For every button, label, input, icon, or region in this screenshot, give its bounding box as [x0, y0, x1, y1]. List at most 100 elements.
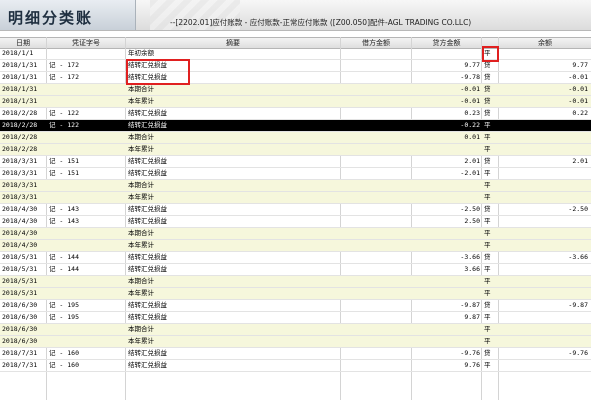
- credit-cell: [413, 336, 480, 347]
- debit-cell: [343, 168, 411, 179]
- table-row[interactable]: 2018/4/30 本年累计 平: [0, 240, 591, 252]
- balance-cell: [500, 228, 588, 239]
- direction-cell: 贷: [484, 301, 491, 309]
- date-cell: 2018/1/1: [2, 49, 34, 57]
- summary-cell: 结转汇兑损益: [128, 361, 167, 369]
- direction-cell: 平: [484, 241, 491, 249]
- header-balance[interactable]: 余额: [499, 38, 591, 48]
- table-row[interactable]: 2018/5/31 记 - 144 结转汇兑损益 3.66 平: [0, 264, 591, 276]
- date-cell: 2018/2/28: [2, 109, 38, 117]
- table-row[interactable]: 2018/6/30 记 - 195 结转汇兑损益 9.87 平: [0, 312, 591, 324]
- debit-cell: [343, 204, 411, 215]
- table-row[interactable]: 2018/1/31 本期合计 -0.01 贷 -0.01: [0, 84, 591, 96]
- table-row[interactable]: 2018/7/31 记 - 160 结转汇兑损益 -9.76 贷 -9.76: [0, 348, 591, 360]
- summary-cell: 本期合计: [128, 229, 154, 237]
- table-row[interactable]: 2018/3/31 记 - 151 结转汇兑损益 -2.01 平: [0, 168, 591, 180]
- date-cell: 2018/3/31: [2, 157, 38, 165]
- table-row[interactable]: 2018/2/28 本年累计 平: [0, 144, 591, 156]
- credit-cell: -3.66: [460, 253, 480, 261]
- header-summary[interactable]: 摘要: [126, 38, 341, 48]
- credit-cell: -2.50: [460, 205, 480, 213]
- date-cell: 2018/7/31: [2, 361, 38, 369]
- credit-cell: [413, 240, 480, 251]
- table-row[interactable]: 2018/1/31 本年累计 -0.01 贷 -0.01: [0, 96, 591, 108]
- balance-cell: [500, 336, 588, 347]
- direction-cell: 贷: [484, 349, 491, 357]
- date-cell: 2018/5/31: [2, 253, 38, 261]
- summary-cell: 本期合计: [128, 85, 154, 93]
- highlight-box-summary: [126, 59, 190, 85]
- voucher-cell: 记 - 172: [49, 73, 79, 81]
- balance-cell: [500, 240, 588, 251]
- date-cell: 2018/4/30: [2, 205, 38, 213]
- summary-cell: 结转汇兑损益: [128, 157, 167, 165]
- debit-cell: [343, 132, 411, 143]
- debit-cell: [343, 96, 411, 107]
- balance-cell: [500, 168, 588, 179]
- table-row[interactable]: 2018/5/31 本年累计 平: [0, 288, 591, 300]
- debit-cell: [343, 216, 411, 227]
- header-credit[interactable]: 贷方金额: [412, 38, 482, 48]
- direction-cell: 平: [484, 121, 491, 129]
- voucher-cell: 记 - 195: [49, 301, 79, 309]
- table-row[interactable]: 2018/1/1 年初余额平: [0, 48, 591, 60]
- summary-cell: 年初余额: [128, 49, 154, 57]
- table-row[interactable]: 2018/5/31 记 - 144 结转汇兑损益 -3.66 贷 -3.66: [0, 252, 591, 264]
- balance-cell: [500, 216, 588, 227]
- credit-cell: -2.01: [460, 169, 480, 177]
- voucher-cell: [49, 48, 119, 59]
- date-cell: 2018/6/30: [2, 337, 38, 345]
- date-cell: 2018/6/30: [2, 301, 38, 309]
- date-cell: 2018/3/31: [2, 169, 38, 177]
- table-row[interactable]: 2018/3/31 本期合计 平: [0, 180, 591, 192]
- credit-cell: 9.76: [464, 361, 480, 369]
- voucher-cell: [49, 336, 119, 347]
- table-row[interactable]: 2018/7/31 记 - 160 结转汇兑损益 9.76 平: [0, 360, 591, 372]
- voucher-cell: [49, 180, 119, 191]
- title-tab: 明细分类账: [0, 0, 136, 30]
- header-debit[interactable]: 借方金额: [341, 38, 412, 48]
- header-date[interactable]: 日期: [0, 38, 47, 48]
- voucher-cell: [49, 276, 119, 287]
- balance-cell: [500, 360, 588, 371]
- header-voucher[interactable]: 凭证字号: [47, 38, 126, 48]
- credit-cell: 2.50: [464, 217, 480, 225]
- table-row[interactable]: 2018/5/31 本期合计 平: [0, 276, 591, 288]
- summary-cell: 本年累计: [128, 97, 154, 105]
- date-cell: 2018/1/31: [2, 61, 38, 69]
- debit-cell: [343, 84, 411, 95]
- highlight-box-direction: [482, 46, 499, 62]
- table-row[interactable]: 2018/1/31 记 - 172 结转汇兑损益 -9.78 贷 -0.01: [0, 72, 591, 84]
- voucher-cell: 记 - 122: [49, 109, 79, 117]
- debit-cell: [343, 60, 411, 71]
- voucher-cell: [49, 132, 119, 143]
- table-row[interactable]: 2018/4/30 本期合计 平: [0, 228, 591, 240]
- table-row[interactable]: 2018/3/31 记 - 151 结转汇兑损益 2.01 贷 2.01: [0, 156, 591, 168]
- direction-cell: 平: [484, 289, 491, 297]
- direction-cell: 平: [484, 217, 491, 225]
- table-row[interactable]: 2018/6/30 本期合计 平: [0, 324, 591, 336]
- table-row[interactable]: 2018/1/31 记 - 172 结转汇兑损益 9.77 贷 9.77: [0, 60, 591, 72]
- debit-cell: [343, 72, 411, 83]
- table-row[interactable]: 2018/2/28 本期合计 0.01 平: [0, 132, 591, 144]
- balance-cell: [500, 120, 588, 131]
- summary-cell: 本期合计: [128, 325, 154, 333]
- summary-cell: 结转汇兑损益: [128, 121, 167, 129]
- debit-cell: [343, 108, 411, 119]
- table-row[interactable]: 2018/6/30 记 - 195 结转汇兑损益 -9.87 贷 -9.87: [0, 300, 591, 312]
- summary-cell: 本年累计: [128, 337, 154, 345]
- debit-cell: [343, 288, 411, 299]
- debit-cell: [343, 228, 411, 239]
- direction-cell: 平: [484, 229, 491, 237]
- table-row[interactable]: 2018/4/30 记 - 143 结转汇兑损益 2.50 平: [0, 216, 591, 228]
- credit-cell: 2.01: [464, 157, 480, 165]
- date-cell: 2018/4/30: [2, 241, 38, 249]
- table-row[interactable]: 2018/6/30 本年累计 平: [0, 336, 591, 348]
- table-row[interactable]: 2018/2/28 记 - 122 结转汇兑损益 -0.22 平: [0, 120, 591, 132]
- summary-cell: 结转汇兑损益: [128, 253, 167, 261]
- debit-cell: [343, 48, 411, 59]
- table-row[interactable]: 2018/2/28 记 - 122 结转汇兑损益 0.23 贷 0.22: [0, 108, 591, 120]
- table-row[interactable]: 2018/4/30 记 - 143 结转汇兑损益 -2.50 贷 -2.50: [0, 204, 591, 216]
- table-row[interactable]: 2018/3/31 本年累计 平: [0, 192, 591, 204]
- balance-cell: -0.01: [568, 73, 588, 81]
